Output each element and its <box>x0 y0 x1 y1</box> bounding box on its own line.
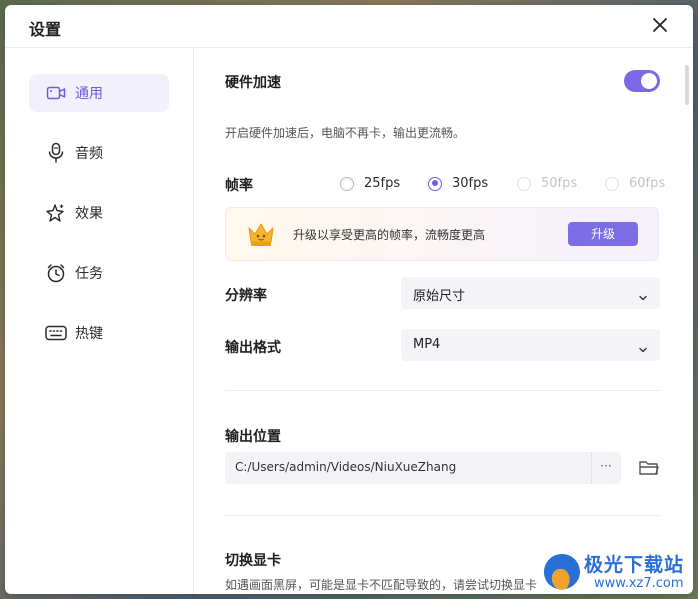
radio-label: 50fps <box>541 176 578 191</box>
sidebar-item-label: 通用 <box>75 86 103 102</box>
output-format-select[interactable]: MP4 <box>401 329 660 361</box>
chevron-down-icon <box>638 288 648 301</box>
sidebar-item-label: 热键 <box>75 326 103 342</box>
output-path-value: C:/Users/admin/Videos/NiuXueZhang <box>235 460 457 474</box>
upgrade-banner: 升级以享受更高的帧率，流畅度更高 升级 <box>225 207 659 261</box>
sidebar-item-effects[interactable]: 效果 <box>29 194 169 232</box>
output-path-field[interactable]: C:/Users/admin/Videos/NiuXueZhang ··· <box>225 452 621 484</box>
divider <box>225 390 660 391</box>
open-folder-icon[interactable] <box>638 458 660 478</box>
output-format-label: 输出格式 <box>225 340 281 356</box>
sidebar-item-general[interactable]: 通用 <box>29 74 169 112</box>
watermark-logo-icon <box>540 550 584 594</box>
sparkle-icon <box>45 202 67 224</box>
settings-dialog: 设置 通用 音频 效果 任务 热键 硬件加速 开启硬件加速后，电脑不再卡，输出更… <box>5 5 693 594</box>
radio-label: 25fps <box>364 176 401 191</box>
resolution-select[interactable]: 原始尺寸 <box>401 277 660 309</box>
radio-dot <box>428 176 442 191</box>
gpu-switch-label: 切换显卡 <box>225 553 281 569</box>
chevron-down-icon <box>638 340 648 353</box>
sidebar-item-label: 效果 <box>75 206 103 222</box>
title-bar: 设置 <box>5 5 693 47</box>
hw-accel-desc: 开启硬件加速后，电脑不再卡，输出更流畅。 <box>225 126 466 140</box>
toggle-knob <box>641 73 657 89</box>
upgrade-banner-text: 升级以享受更高的帧率，流畅度更高 <box>293 228 486 242</box>
resolution-value: 原始尺寸 <box>413 289 466 304</box>
dialog-title: 设置 <box>29 20 62 39</box>
crown-icon <box>246 219 276 249</box>
watermark-url: www.xz7.com <box>594 576 684 591</box>
microphone-icon <box>45 142 67 164</box>
radio-dot <box>340 176 354 191</box>
radio-label: 30fps <box>452 176 489 191</box>
scrollbar-thumb[interactable] <box>685 65 689 105</box>
sidebar-item-audio[interactable]: 音频 <box>29 134 169 172</box>
radio-label: 60fps <box>629 176 666 191</box>
framerate-option-50fps[interactable]: 50fps <box>517 176 577 191</box>
upgrade-button[interactable]: 升级 <box>568 222 638 246</box>
sidebar-item-label: 音频 <box>75 146 103 162</box>
framerate-option-30fps[interactable]: 30fps <box>428 176 488 191</box>
hw-accel-toggle[interactable] <box>624 70 660 92</box>
framerate-label: 帧率 <box>225 178 253 194</box>
sidebar-item-tasks[interactable]: 任务 <box>29 254 169 292</box>
output-format-value: MP4 <box>413 337 441 352</box>
settings-content: 硬件加速 开启硬件加速后，电脑不再卡，输出更流畅。 帧率 25fps 30fps… <box>194 47 693 594</box>
output-location-label: 输出位置 <box>225 429 281 445</box>
alarm-clock-icon <box>45 262 67 284</box>
site-watermark: 极光下载站 www.xz7.com <box>540 548 690 596</box>
resolution-label: 分辨率 <box>225 288 267 304</box>
keyboard-icon <box>45 322 67 344</box>
hw-accel-label: 硬件加速 <box>225 75 281 91</box>
framerate-option-25fps[interactable]: 25fps <box>340 176 400 191</box>
sidebar-item-label: 任务 <box>75 266 103 282</box>
gpu-switch-desc: 如遇画面黑屏，可能是显卡不匹配导致的，请尝试切换显卡 <box>225 578 538 592</box>
settings-sidebar: 通用 音频 效果 任务 热键 <box>5 47 194 594</box>
radio-dot <box>517 176 531 191</box>
close-icon[interactable] <box>649 14 671 36</box>
video-camera-icon <box>45 82 67 104</box>
radio-dot <box>605 176 619 191</box>
divider <box>225 515 660 516</box>
framerate-option-60fps[interactable]: 60fps <box>605 176 665 191</box>
browse-more-button[interactable]: ··· <box>591 452 621 484</box>
sidebar-item-hotkeys[interactable]: 热键 <box>29 314 169 352</box>
watermark-title: 极光下载站 <box>584 554 685 576</box>
